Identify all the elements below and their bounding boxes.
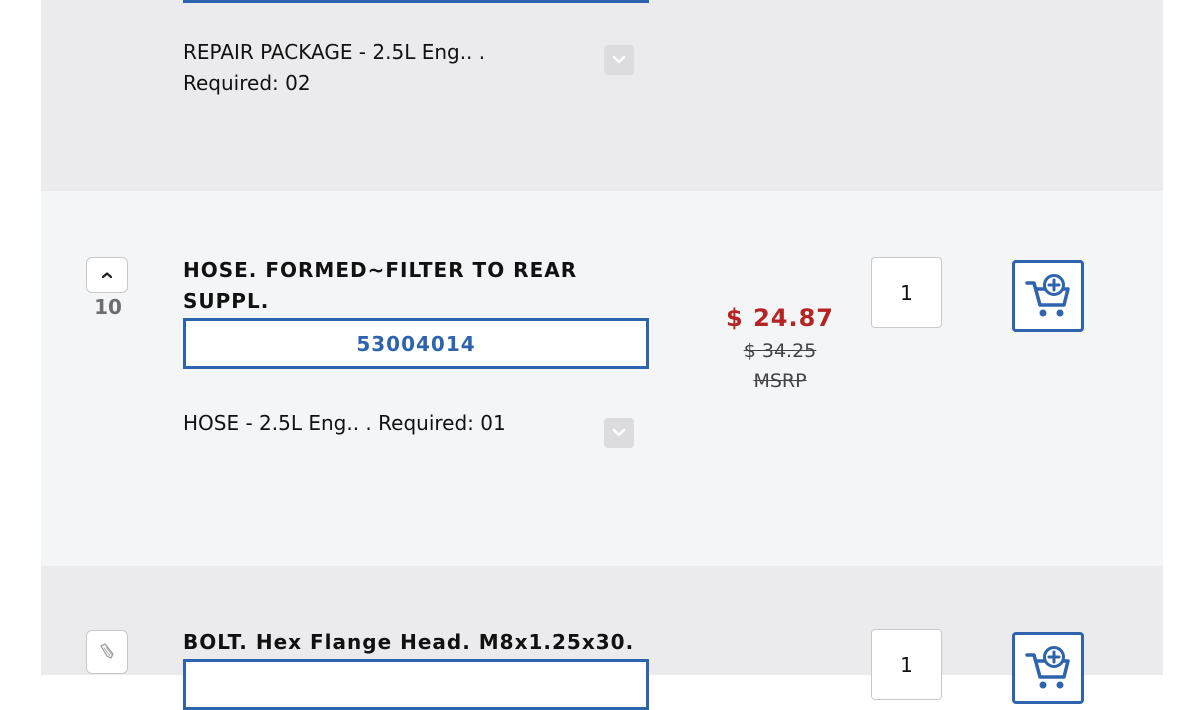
part-title-line: HOSE. FORMED~FILTER TO REAR [183,258,578,282]
required-quantity: Required: 02 [183,71,311,95]
part-thumbnail[interactable] [86,630,128,674]
reference-number: 10 [94,295,122,319]
chevron-down-icon [612,428,626,437]
add-to-cart-button[interactable] [1012,632,1084,704]
add-to-cart-icon [1025,274,1070,317]
bolt-thumbnail-icon [100,643,114,659]
add-to-cart-icon [1025,646,1070,689]
part-number-button[interactable] [183,0,649,3]
part-description: REPAIR PACKAGE - 2.5L Eng.. . Required: … [183,37,485,99]
part-title[interactable]: HOSE. FORMED~FILTER TO REAR SUPPL. [183,255,577,317]
part-title-line: SUPPL. [183,289,270,313]
quantity-input[interactable]: 1 [871,629,942,700]
msrp-label: MSRP [753,370,807,392]
add-to-cart-button[interactable] [1012,260,1084,332]
part-title[interactable]: BOLT. Hex Flange Head. M8x1.25x30. [183,627,634,658]
chevron-down-icon [612,55,626,64]
part-number-button[interactable]: 53004014 [183,318,649,369]
original-price: $ 34.25 [743,340,817,362]
part-description-text: REPAIR PACKAGE - 2.5L Eng.. . [183,40,486,64]
quantity-input[interactable]: 1 [871,257,942,328]
part-number-button[interactable] [183,659,649,710]
parts-list-row: REPAIR PACKAGE - 2.5L Eng.. . Required: … [41,0,1163,191]
parts-list-row: 10 HOSE. FORMED~FILTER TO REAR SUPPL. 53… [41,191,1163,566]
collapse-toggle-button[interactable] [86,257,128,293]
chevron-up-icon [101,272,113,279]
parts-list-row: BOLT. Hex Flange Head. M8x1.25x30. 1 [41,566,1163,710]
sale-price: $ 24.87 [726,304,834,332]
expand-details-button[interactable] [604,45,634,75]
part-description: HOSE - 2.5L Eng.. . Required: 01 [183,411,506,435]
expand-details-button[interactable] [604,418,634,448]
